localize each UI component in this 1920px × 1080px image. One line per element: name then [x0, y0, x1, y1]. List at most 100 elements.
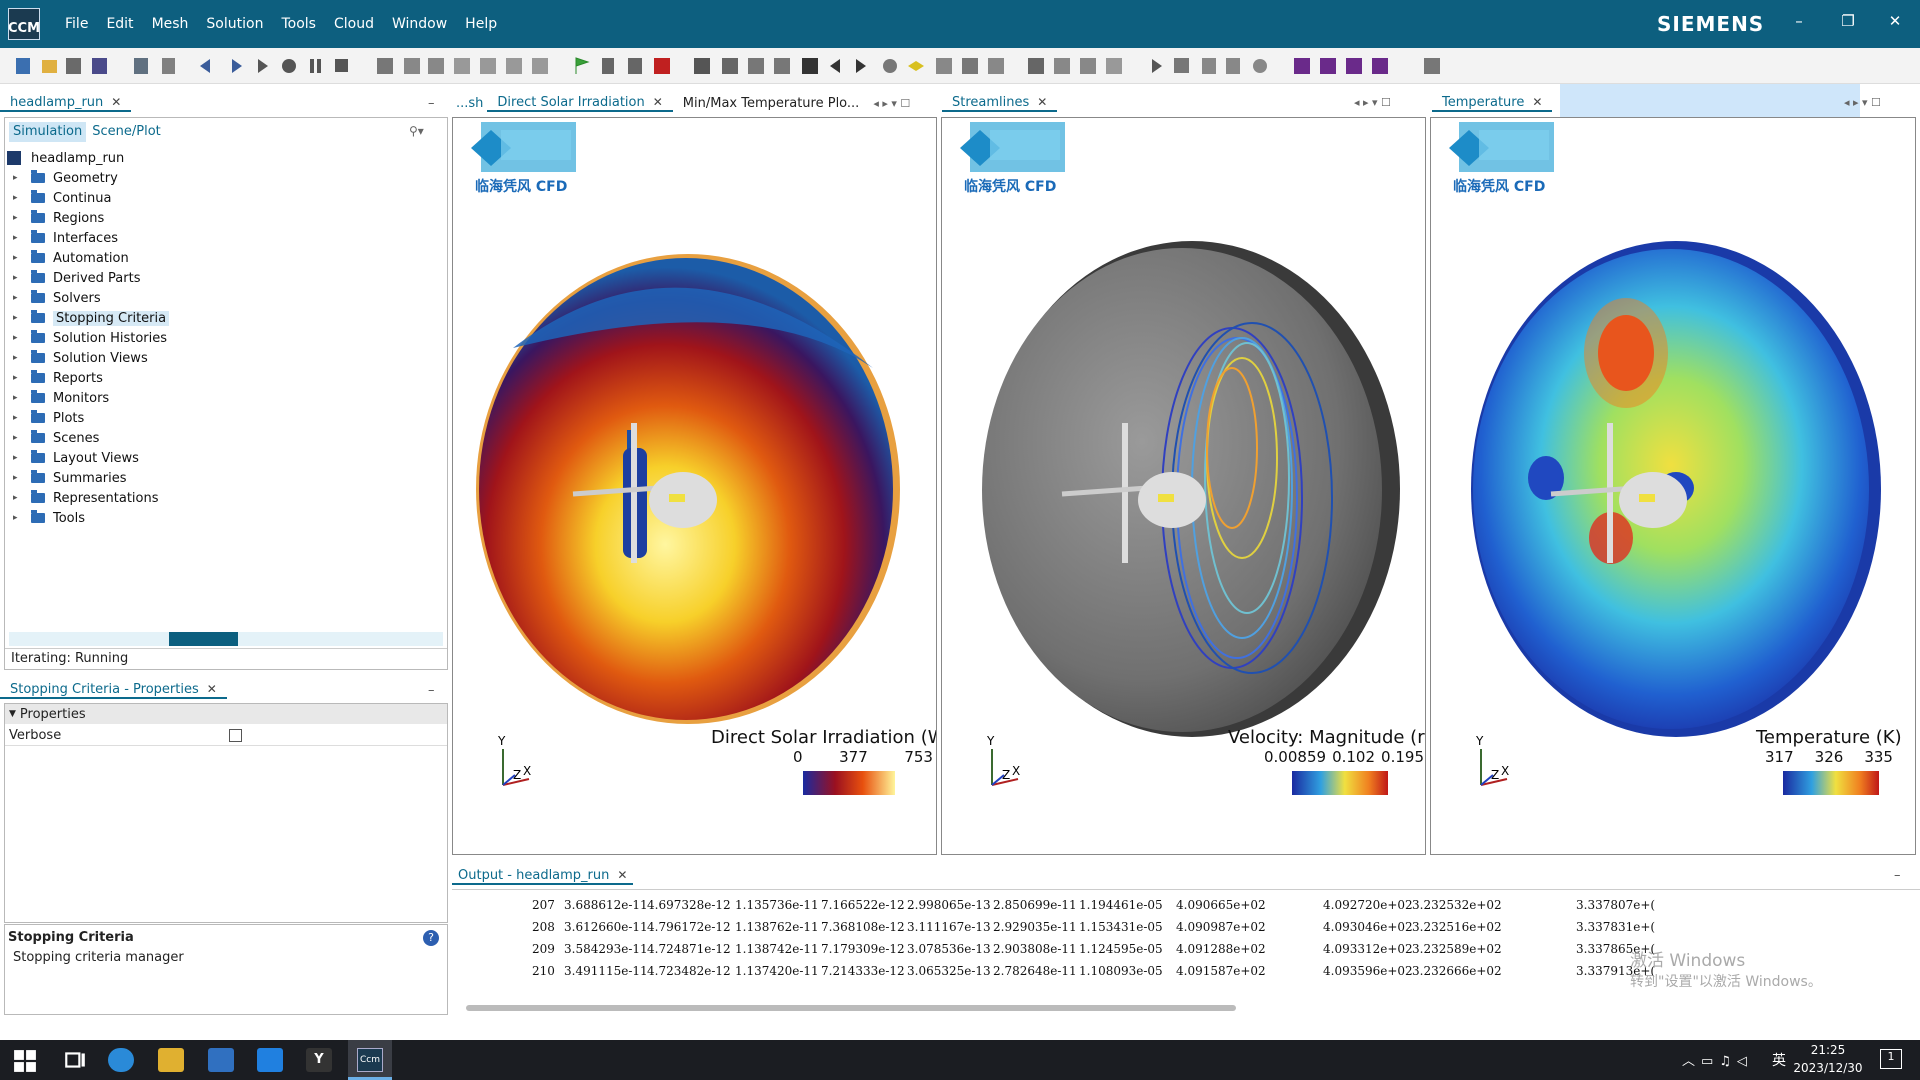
viewport-temperature[interactable]: 临海凭风 CFD Temperature (K) 317 326 335 Y Z… — [1430, 117, 1916, 855]
tree-item[interactable]: ▸ Summaries — [13, 468, 127, 488]
task-view-icon[interactable] — [62, 1048, 88, 1072]
close-tab-icon[interactable]: ✕ — [653, 95, 663, 109]
tray-icons[interactable]: ︿▭♫◁ — [1682, 1050, 1753, 1069]
minimize-output-icon[interactable]: – — [1894, 868, 1901, 883]
tree-item[interactable]: ▸ Scenes — [13, 428, 99, 448]
store-icon[interactable] — [208, 1048, 234, 1072]
minimize-panel-icon[interactable]: – — [428, 96, 435, 111]
tree-item[interactable]: ▸ Solution Histories — [13, 328, 167, 348]
tree-item[interactable]: ▸ Interfaces — [13, 228, 118, 248]
expand-arrow-icon[interactable]: ▸ — [13, 493, 23, 503]
tab-headlamp-run[interactable]: headlamp_run ✕ — [0, 95, 132, 112]
expand-arrow-icon[interactable]: ▸ — [13, 253, 23, 263]
tree-item-label: Solution Views — [53, 350, 148, 366]
expand-arrow-icon[interactable]: ▸ — [13, 213, 23, 223]
expand-arrow-icon[interactable]: ▸ — [13, 293, 23, 303]
tab-output[interactable]: Output - headlamp_run ✕ — [452, 868, 634, 885]
expand-arrow-icon[interactable]: ▸ — [13, 333, 23, 343]
expand-arrow-icon[interactable]: ▸ — [13, 453, 23, 463]
expand-arrow-icon[interactable]: ▸ — [13, 473, 23, 483]
tree-item[interactable]: ▸ Geometry — [13, 168, 118, 188]
expand-arrow-icon[interactable]: ▸ — [13, 313, 23, 323]
clock-date[interactable]: 2023/12/30 — [1790, 1061, 1866, 1075]
tree-item[interactable]: ▸ Layout Views — [13, 448, 139, 468]
colorbar — [803, 771, 895, 795]
close-output-icon[interactable]: ✕ — [617, 868, 627, 882]
tree-item[interactable]: ▸ Continua — [13, 188, 111, 208]
tree-item[interactable]: ▸ Plots — [13, 408, 84, 428]
file-explorer-icon[interactable] — [158, 1048, 184, 1072]
close-tab-icon[interactable]: ✕ — [1037, 95, 1047, 109]
tree-item[interactable]: ▸ Reports — [13, 368, 103, 388]
menu-mesh[interactable]: Mesh — [143, 16, 198, 32]
tab-temperature[interactable]: Temperature ✕ — [1432, 95, 1553, 112]
restore-button[interactable]: ❐ — [1833, 12, 1863, 30]
expand-arrow-icon[interactable]: ▸ — [13, 373, 23, 383]
subtab-scene-plot[interactable]: Scene/Plot — [86, 122, 167, 142]
menu-window[interactable]: Window — [383, 16, 456, 32]
description-panel: Stopping Criteria Stopping criteria mana… — [4, 924, 448, 1015]
verbose-checkbox[interactable] — [229, 729, 242, 742]
tree-item-label: Reports — [53, 370, 103, 386]
tab-streamlines[interactable]: Streamlines ✕ — [942, 95, 1058, 112]
close-properties-icon[interactable]: ✕ — [207, 682, 217, 696]
horizontal-scrollbar[interactable] — [466, 1005, 1236, 1011]
close-button[interactable]: ✕ — [1880, 12, 1910, 30]
tree-item[interactable]: ▸ Derived Parts — [13, 268, 140, 288]
close-tab-icon[interactable]: ✕ — [1532, 95, 1542, 109]
menu-cloud[interactable]: Cloud — [325, 16, 383, 32]
menu-edit[interactable]: Edit — [97, 16, 142, 32]
tab-properties[interactable]: Stopping Criteria - Properties ✕ — [0, 682, 227, 699]
menu-help[interactable]: Help — [456, 16, 506, 32]
menu-tools[interactable]: Tools — [272, 16, 325, 32]
menu-solution[interactable]: Solution — [197, 16, 272, 32]
tree-item[interactable]: ▸ Solvers — [13, 288, 101, 308]
expand-arrow-icon[interactable]: ▸ — [13, 273, 23, 283]
expand-arrow-icon[interactable]: ▸ — [13, 193, 23, 203]
expand-arrow-icon[interactable]: ▸ — [13, 233, 23, 243]
tab-direct-solar[interactable]: Direct Solar Irradiation ✕ — [487, 95, 673, 112]
properties-section[interactable]: ▼ Properties — [5, 704, 447, 724]
tree-options-icon[interactable]: ⚲▾ — [409, 124, 424, 138]
tab-nav-icons-3[interactable]: ◂ ▸ ▾ ☐ — [1844, 96, 1881, 109]
tree-item[interactable]: ▸ Automation — [13, 248, 129, 268]
starccm-task[interactable]: Ccm — [348, 1040, 392, 1080]
expand-arrow-icon[interactable]: ▸ — [13, 173, 23, 183]
close-tab-icon[interactable]: ✕ — [111, 95, 121, 109]
edge-icon[interactable] — [108, 1048, 134, 1072]
tree-item[interactable]: ▸ Representations — [13, 488, 159, 508]
minimize-button[interactable]: – — [1784, 12, 1814, 30]
tab-minmax-temp[interactable]: Min/Max Temperature Plo... — [673, 96, 870, 111]
copy-icon — [134, 58, 148, 74]
windows-start-icon[interactable] — [12, 1049, 38, 1073]
ime-indicator[interactable]: 英 — [1772, 1050, 1786, 1070]
expand-arrow-icon[interactable]: ▸ — [13, 433, 23, 443]
tab-nav-icons-2[interactable]: ◂ ▸ ▾ ☐ — [1354, 96, 1391, 109]
tree-item-label: Summaries — [53, 470, 127, 486]
expand-arrow-icon[interactable]: ▸ — [13, 393, 23, 403]
menu-file[interactable]: File — [56, 16, 97, 32]
tab-nav-icons[interactable]: ◂ ▸ ▾ ☐ — [873, 97, 910, 110]
help-icon[interactable]: ? — [423, 930, 439, 946]
viewport-streamlines[interactable]: 临海凭风 CFD Velocity: Magnitude (r 0.00859 … — [941, 117, 1426, 855]
clock-time[interactable]: 21:25 — [1798, 1043, 1858, 1057]
expand-arrow-icon[interactable]: ▸ — [13, 513, 23, 523]
viewport-solar[interactable]: 临海凭风 CFD Direct Solar Irradiation (W 0 3… — [452, 117, 937, 855]
minimize-properties-icon[interactable]: – — [428, 683, 435, 698]
tab-mesh[interactable]: ...sh — [452, 96, 487, 111]
tree-item[interactable]: ▸ Regions — [13, 208, 104, 228]
subtab-simulation[interactable]: Simulation — [9, 122, 87, 142]
expand-arrow-icon[interactable]: ▸ — [13, 413, 23, 423]
y-app-icon[interactable]: Y — [306, 1048, 332, 1072]
expand-arrow-icon[interactable]: ▸ — [13, 353, 23, 363]
tree-item[interactable]: ▸ Stopping Criteria — [13, 308, 170, 328]
tree-item[interactable]: ▸ Tools — [13, 508, 85, 528]
tree-item[interactable]: ▸ Monitors — [13, 388, 109, 408]
tree-item[interactable]: ▸ Solution Views — [13, 348, 148, 368]
annotate-icon — [1080, 58, 1096, 74]
properties-tab-label: Stopping Criteria - Properties — [10, 681, 199, 697]
mail-icon[interactable] — [257, 1048, 283, 1072]
notification-icon[interactable]: 1 — [1880, 1049, 1902, 1069]
axis-z-label: Z — [513, 768, 521, 782]
tree-root[interactable]: headlamp_run — [7, 148, 124, 168]
